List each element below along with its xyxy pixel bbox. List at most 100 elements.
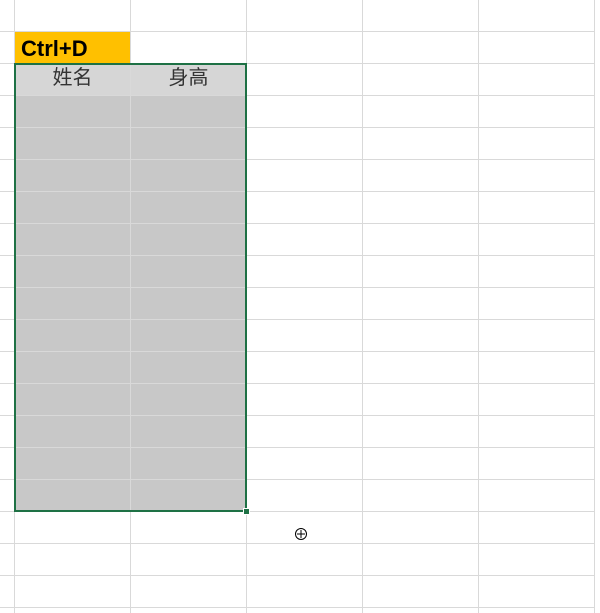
cell[interactable]: [247, 288, 363, 320]
cell[interactable]: [479, 160, 595, 192]
cell[interactable]: [0, 160, 15, 192]
cell[interactable]: [479, 288, 595, 320]
cell[interactable]: [247, 0, 363, 32]
cell[interactable]: [363, 576, 479, 608]
cell[interactable]: [0, 416, 15, 448]
cell[interactable]: [247, 96, 363, 128]
cell[interactable]: [479, 192, 595, 224]
selected-cell[interactable]: [131, 320, 247, 352]
selected-cell[interactable]: [15, 416, 131, 448]
cell[interactable]: [15, 608, 131, 613]
cell[interactable]: [479, 96, 595, 128]
cell[interactable]: [247, 416, 363, 448]
cell[interactable]: [247, 480, 363, 512]
selected-cell[interactable]: [131, 480, 247, 512]
cell[interactable]: [0, 224, 15, 256]
cell[interactable]: [363, 384, 479, 416]
cell[interactable]: [479, 128, 595, 160]
selected-cell[interactable]: [131, 256, 247, 288]
cell[interactable]: [363, 480, 479, 512]
cell[interactable]: [131, 608, 247, 613]
cell[interactable]: [15, 512, 131, 544]
cell[interactable]: [247, 608, 363, 613]
cell[interactable]: [363, 0, 479, 32]
cell[interactable]: [131, 544, 247, 576]
table-header-name[interactable]: 姓名: [15, 64, 131, 96]
cell[interactable]: [479, 544, 595, 576]
cell[interactable]: [0, 512, 15, 544]
cell[interactable]: [363, 224, 479, 256]
cell[interactable]: [0, 544, 15, 576]
selected-cell[interactable]: [131, 416, 247, 448]
cell[interactable]: [247, 128, 363, 160]
selected-cell[interactable]: [15, 128, 131, 160]
cell[interactable]: [0, 32, 15, 64]
selected-cell[interactable]: [15, 384, 131, 416]
cell[interactable]: [0, 64, 15, 96]
cell[interactable]: [247, 256, 363, 288]
cell[interactable]: [479, 320, 595, 352]
selected-cell[interactable]: [15, 192, 131, 224]
selected-cell[interactable]: [131, 128, 247, 160]
selected-cell[interactable]: [15, 320, 131, 352]
cell[interactable]: [363, 512, 479, 544]
cell[interactable]: [363, 64, 479, 96]
cell[interactable]: [247, 224, 363, 256]
cell[interactable]: [0, 384, 15, 416]
cell[interactable]: [131, 512, 247, 544]
cell[interactable]: [247, 576, 363, 608]
cell[interactable]: [247, 64, 363, 96]
cell[interactable]: [0, 448, 15, 480]
cell[interactable]: [363, 256, 479, 288]
cell[interactable]: [131, 32, 247, 64]
selected-cell[interactable]: [15, 160, 131, 192]
selected-cell[interactable]: [131, 192, 247, 224]
selected-cell[interactable]: [15, 256, 131, 288]
selected-cell[interactable]: [131, 352, 247, 384]
cell[interactable]: [15, 544, 131, 576]
cell[interactable]: [131, 0, 247, 32]
cell[interactable]: [479, 480, 595, 512]
cell[interactable]: [479, 352, 595, 384]
cell[interactable]: [363, 96, 479, 128]
cell[interactable]: [479, 448, 595, 480]
cell[interactable]: [0, 576, 15, 608]
cell[interactable]: [479, 0, 595, 32]
cell[interactable]: [479, 512, 595, 544]
shortcut-label-cell[interactable]: Ctrl+D: [15, 32, 131, 64]
cell[interactable]: [363, 320, 479, 352]
cell[interactable]: [0, 192, 15, 224]
cell[interactable]: [363, 288, 479, 320]
cell[interactable]: [0, 288, 15, 320]
table-header-height[interactable]: 身高: [131, 64, 247, 96]
selected-cell[interactable]: [131, 384, 247, 416]
cell[interactable]: [247, 32, 363, 64]
selected-cell[interactable]: [15, 288, 131, 320]
selected-cell[interactable]: [15, 480, 131, 512]
cell[interactable]: [363, 352, 479, 384]
cell[interactable]: [363, 128, 479, 160]
cell[interactable]: [479, 608, 595, 613]
cell[interactable]: [247, 160, 363, 192]
cell[interactable]: [363, 192, 479, 224]
selected-cell[interactable]: [131, 448, 247, 480]
cell[interactable]: [0, 608, 15, 613]
cell[interactable]: [247, 352, 363, 384]
cell[interactable]: [247, 384, 363, 416]
cell[interactable]: [363, 544, 479, 576]
selected-cell[interactable]: [131, 96, 247, 128]
fill-handle[interactable]: [243, 508, 250, 515]
selected-cell[interactable]: [131, 288, 247, 320]
cell[interactable]: [247, 448, 363, 480]
selected-cell[interactable]: [131, 160, 247, 192]
selected-cell[interactable]: [15, 352, 131, 384]
spreadsheet-grid[interactable]: Ctrl+D姓名身高: [0, 0, 600, 613]
cell[interactable]: [0, 352, 15, 384]
cell[interactable]: [479, 416, 595, 448]
cell[interactable]: [479, 224, 595, 256]
cell[interactable]: [0, 0, 15, 32]
cell[interactable]: [479, 256, 595, 288]
cell[interactable]: [363, 448, 479, 480]
cell[interactable]: [0, 96, 15, 128]
selected-cell[interactable]: [15, 224, 131, 256]
